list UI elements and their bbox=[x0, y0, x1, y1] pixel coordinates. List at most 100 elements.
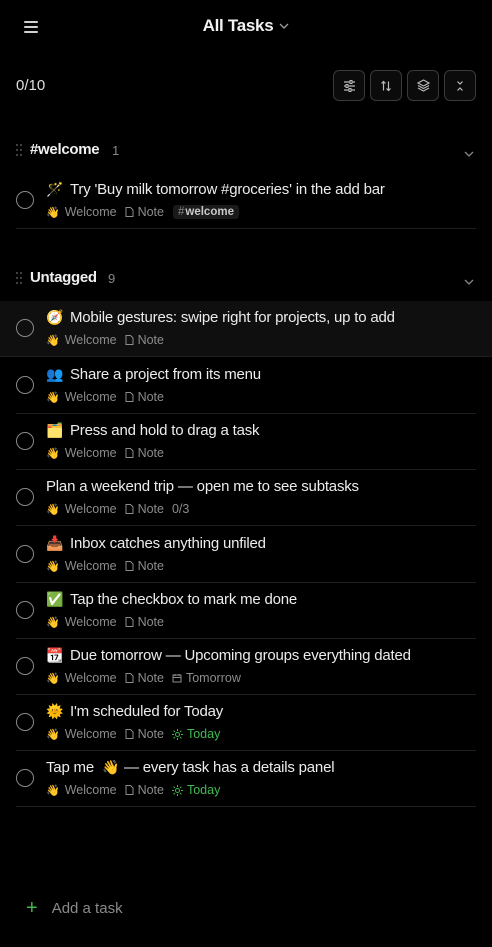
calendar-icon bbox=[172, 674, 182, 683]
task-row[interactable]: ✅ Tap the checkbox to mark me done 👋 Welco… bbox=[16, 583, 476, 639]
project-name: Welcome bbox=[64, 727, 117, 741]
task-title: 📆 Due tomorrow — Upcoming groups everythi… bbox=[46, 647, 411, 664]
project-emoji: 👋 bbox=[46, 391, 60, 404]
project-emoji: 👋 bbox=[46, 616, 60, 629]
task-meta: 👋 Welcome Note bbox=[46, 390, 164, 404]
note-label: Note bbox=[137, 559, 164, 573]
task-row[interactable]: Tap me 👋 — every task has a details panel… bbox=[16, 751, 476, 807]
chevron-down-icon[interactable] bbox=[464, 144, 474, 162]
collapse-icon bbox=[457, 80, 463, 91]
task-title: Plan a weekend trip — open me to see sub… bbox=[46, 478, 359, 495]
section-header-welcome: #welcome 1 bbox=[0, 138, 492, 164]
view-switcher[interactable]: All Tasks bbox=[0, 16, 492, 36]
task-row[interactable]: 📥 Inbox catches anything unfiled 👋 Welcome… bbox=[16, 527, 476, 583]
note-label: Note bbox=[137, 205, 164, 219]
task-checkbox[interactable] bbox=[16, 191, 34, 209]
task-meta: 👋 Welcome Note bbox=[46, 333, 164, 347]
plus-icon: + bbox=[26, 897, 38, 919]
task-checkbox[interactable] bbox=[16, 769, 34, 787]
task-emoji: 🪄 bbox=[46, 181, 64, 197]
project-name: Welcome bbox=[64, 502, 117, 516]
task-row[interactable]: 🌞 I'm scheduled for Today 👋 Welcome Note T… bbox=[16, 695, 476, 751]
note-label: Note bbox=[137, 502, 164, 516]
project-name: Welcome bbox=[64, 559, 117, 573]
task-emoji: 👋 bbox=[102, 759, 120, 775]
section-name: #welcome bbox=[30, 141, 100, 158]
section-name: Untagged bbox=[30, 269, 97, 286]
section-count: 9 bbox=[108, 271, 116, 286]
task-row[interactable]: 🪄 Try 'Buy milk tomorrow #groceries' in t… bbox=[16, 173, 476, 229]
due-date: Today bbox=[171, 783, 220, 797]
due-date: Tomorrow bbox=[172, 671, 241, 685]
sun-icon bbox=[171, 784, 183, 796]
note-icon bbox=[125, 785, 134, 795]
task-meta: 👋 Welcome Note Tomorrow bbox=[46, 671, 241, 685]
project-emoji: 👋 bbox=[46, 334, 60, 347]
completion-count: 0/10 bbox=[16, 77, 46, 94]
project-name: Welcome bbox=[64, 205, 117, 219]
sliders-icon bbox=[343, 79, 355, 92]
note-icon bbox=[125, 561, 134, 571]
task-meta: 👋 Welcome Note 0/3 bbox=[46, 502, 189, 516]
filter-button[interactable] bbox=[333, 70, 365, 101]
add-task-button[interactable]: + Add a task bbox=[26, 898, 123, 918]
tag-chip[interactable]: #welcome bbox=[172, 205, 239, 219]
task-row[interactable]: 🧭 Mobile gestures: swipe right for projec… bbox=[0, 301, 492, 357]
task-title: ✅ Tap the checkbox to mark me done bbox=[46, 591, 298, 608]
task-title: 📥 Inbox catches anything unfiled bbox=[46, 535, 266, 552]
task-row[interactable]: Plan a weekend trip — open me to see sub… bbox=[16, 470, 476, 526]
task-meta: 👋 Welcome Note Today bbox=[46, 727, 220, 741]
task-checkbox[interactable] bbox=[16, 657, 34, 675]
chevron-down-icon[interactable] bbox=[464, 272, 474, 290]
note-label: Note bbox=[137, 783, 164, 797]
task-meta: 👋 Welcome Note bbox=[46, 446, 164, 460]
project-name: Welcome bbox=[64, 671, 117, 685]
task-checkbox[interactable] bbox=[16, 432, 34, 450]
task-emoji: 🌞 bbox=[46, 703, 64, 719]
task-emoji: 📆 bbox=[46, 647, 64, 663]
section-header-untagged: Untagged 9 bbox=[0, 266, 492, 292]
task-checkbox[interactable] bbox=[16, 713, 34, 731]
project-emoji: 👋 bbox=[46, 784, 60, 797]
task-title: 🌞 I'm scheduled for Today bbox=[46, 703, 224, 720]
project-name: Welcome bbox=[64, 390, 117, 404]
project-name: Welcome bbox=[64, 446, 117, 460]
drag-handle-icon[interactable] bbox=[16, 144, 22, 156]
due-date: Today bbox=[171, 727, 220, 741]
sort-button[interactable] bbox=[370, 70, 402, 101]
task-emoji: 🧭 bbox=[46, 309, 64, 325]
section-count: 1 bbox=[112, 143, 120, 158]
project-name: Welcome bbox=[64, 615, 117, 629]
task-emoji: ✅ bbox=[46, 591, 64, 607]
task-emoji: 👥 bbox=[46, 366, 64, 382]
note-icon bbox=[125, 392, 134, 402]
layers-icon bbox=[416, 79, 430, 92]
task-checkbox[interactable] bbox=[16, 319, 34, 337]
note-icon bbox=[125, 448, 134, 458]
task-title: Tap me 👋 — every task has a details panel bbox=[46, 759, 335, 776]
task-emoji: 🗂️ bbox=[46, 422, 64, 438]
project-emoji: 👋 bbox=[46, 503, 60, 516]
task-checkbox[interactable] bbox=[16, 488, 34, 506]
group-button[interactable] bbox=[407, 70, 439, 101]
task-title: 🗂️ Press and hold to drag a task bbox=[46, 422, 260, 439]
project-emoji: 👋 bbox=[46, 672, 60, 685]
task-checkbox[interactable] bbox=[16, 601, 34, 619]
drag-handle-icon[interactable] bbox=[16, 272, 22, 284]
project-emoji: 👋 bbox=[46, 560, 60, 573]
subtask-count: 0/3 bbox=[171, 502, 190, 516]
view-toolbar bbox=[333, 70, 476, 101]
task-checkbox[interactable] bbox=[16, 545, 34, 563]
task-checkbox[interactable] bbox=[16, 376, 34, 394]
project-emoji: 👋 bbox=[46, 728, 60, 741]
project-name: Welcome bbox=[64, 783, 117, 797]
task-row[interactable]: 👥 Share a project from its menu 👋 Welcome … bbox=[16, 358, 476, 414]
project-emoji: 👋 bbox=[46, 206, 60, 219]
collapse-all-button[interactable] bbox=[444, 70, 476, 101]
note-icon bbox=[125, 207, 134, 217]
task-emoji: 📥 bbox=[46, 535, 64, 551]
sun-icon bbox=[171, 728, 183, 740]
task-row[interactable]: 🗂️ Press and hold to drag a task 👋 Welcome… bbox=[16, 414, 476, 470]
task-meta: 👋 Welcome Note bbox=[46, 615, 164, 629]
task-row[interactable]: 📆 Due tomorrow — Upcoming groups everythi… bbox=[16, 639, 476, 695]
